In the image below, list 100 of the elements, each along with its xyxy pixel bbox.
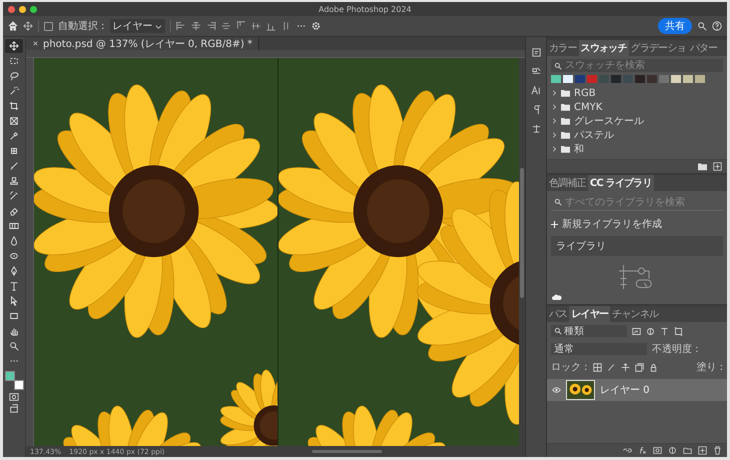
trash-icon[interactable]: [713, 446, 722, 455]
fill-label: 塗り :: [696, 361, 723, 374]
color-swatch[interactable]: [551, 75, 561, 83]
frame-icon: [9, 116, 19, 126]
lasso-icon: [9, 71, 19, 81]
window-title: Adobe Photoshop 2024: [318, 4, 412, 14]
close-button[interactable]: [8, 6, 15, 12]
link-icon[interactable]: [623, 446, 632, 455]
color-swatch[interactable]: [635, 75, 645, 83]
foreground-color-swatch[interactable]: [5, 371, 15, 381]
color-swatch[interactable]: [647, 75, 657, 83]
search-icon: [554, 62, 562, 70]
rectangle-icon: [9, 311, 19, 321]
panel-tab[interactable]: チャンネル: [610, 306, 660, 322]
four-way-arrow-icon[interactable]: [23, 21, 33, 31]
document-tab[interactable]: photo.psd @ 137% (レイヤー 0, RGB/8#) *: [26, 37, 260, 50]
folder-icon[interactable]: [683, 446, 692, 455]
chevron-right-icon[interactable]: [551, 146, 557, 152]
align-icon[interactable]: [206, 21, 216, 31]
lock-label: ロック :: [551, 361, 588, 374]
help-icon[interactable]: [712, 21, 722, 31]
eye-icon[interactable]: [552, 387, 561, 393]
character-icon[interactable]: [530, 85, 542, 96]
properties-icon[interactable]: [530, 66, 542, 77]
lock-option-icon[interactable]: [592, 362, 602, 372]
type-icon: [9, 281, 19, 291]
lock-option-icon[interactable]: [634, 362, 644, 372]
mask-icon[interactable]: [653, 446, 662, 455]
color-swatch[interactable]: [659, 75, 669, 83]
cloud-icon[interactable]: [552, 294, 562, 301]
fx-icon[interactable]: [638, 446, 647, 455]
color-swatch[interactable]: [611, 75, 621, 83]
vertical-scrollbar-thumb[interactable]: [520, 168, 524, 298]
crop-icon: [9, 101, 19, 111]
swatch-search-field[interactable]: スウォッチを検索: [551, 59, 723, 72]
chevron-right-icon[interactable]: [551, 104, 557, 110]
layer-filter-icon[interactable]: [674, 326, 683, 336]
chevron-right-icon[interactable]: [551, 118, 557, 124]
align-icon[interactable]: [220, 21, 231, 31]
color-swatch[interactable]: [587, 75, 597, 83]
glyphs-icon[interactable]: [530, 123, 542, 134]
new-layer-icon[interactable]: [698, 446, 707, 455]
close-icon[interactable]: [32, 40, 39, 47]
home-icon[interactable]: [8, 21, 18, 31]
screen-mode-icon[interactable]: [9, 403, 19, 413]
auto-select-checkbox[interactable]: [44, 22, 53, 30]
swatch-group-label[interactable]: 和: [574, 142, 584, 156]
swatch-group-label[interactable]: CMYK: [574, 102, 602, 112]
layer-filter-dropdown[interactable]: 種類: [551, 325, 627, 337]
blend-mode-dropdown[interactable]: 通常: [551, 343, 647, 355]
color-swatch[interactable]: [563, 75, 573, 83]
cursor-arrow-icon: [9, 296, 19, 306]
panel-tab[interactable]: カラー: [547, 40, 579, 56]
search-icon[interactable]: [697, 21, 707, 31]
color-swatch[interactable]: [575, 75, 585, 83]
zoom-button[interactable]: [30, 6, 37, 12]
lock-option-icon[interactable]: [648, 362, 658, 372]
swatch-group-label[interactable]: RGB: [574, 88, 596, 98]
chevron-right-icon[interactable]: [551, 90, 557, 96]
align-icon[interactable]: [266, 21, 276, 31]
panel-tab[interactable]: パス: [547, 306, 570, 322]
panel-tab[interactable]: パター: [688, 40, 720, 56]
layer-row[interactable]: レイヤー 0: [547, 379, 727, 401]
share-button[interactable]: 共有: [658, 18, 692, 34]
quick-mask-icon[interactable]: [9, 392, 19, 402]
color-swatch[interactable]: [695, 75, 705, 83]
stamp-icon: [9, 176, 19, 186]
history-panel-icon[interactable]: [530, 47, 542, 58]
align-icon[interactable]: [236, 21, 246, 31]
layer-filter-icon[interactable]: [660, 326, 669, 336]
swatch-group-label[interactable]: グレースケール: [574, 114, 644, 128]
new-item-icon[interactable]: [713, 162, 722, 171]
align-icon[interactable]: [250, 21, 261, 31]
eyedropper-icon: [9, 131, 19, 141]
color-swatch[interactable]: [683, 75, 693, 83]
lock-option-icon[interactable]: [606, 362, 616, 372]
library-dropdown[interactable]: ライブラリ: [551, 236, 723, 256]
settings-icon[interactable]: [310, 21, 321, 31]
panel-tab[interactable]: グラデーショ: [628, 40, 688, 56]
panel-tab[interactable]: レイヤー: [569, 306, 610, 322]
color-swatch[interactable]: [671, 75, 681, 83]
minimize-button[interactable]: [19, 6, 26, 12]
swatch-group-label[interactable]: パステル: [574, 128, 614, 142]
panel-tab[interactable]: スウォッチ: [578, 40, 629, 56]
lock-option-icon[interactable]: [620, 362, 630, 372]
dodge-icon: [9, 251, 19, 261]
layer-filter-icon[interactable]: [646, 326, 655, 336]
align-icon[interactable]: [176, 21, 186, 31]
background-color-swatch[interactable]: [14, 380, 24, 390]
layer-filter-icon[interactable]: [632, 326, 641, 336]
create-library-button[interactable]: 新規ライブラリを作成: [547, 214, 666, 234]
drop-icon: [9, 236, 19, 246]
horizontal-scrollbar-thumb[interactable]: [312, 450, 382, 453]
panel-tab[interactable]: 色調補正: [547, 175, 588, 191]
tool-button[interactable]: [5, 39, 23, 53]
target-dropdown[interactable]: レイヤー: [110, 19, 165, 33]
panel-tab[interactable]: CC ライブラリ: [588, 175, 654, 191]
align-icon[interactable]: [190, 21, 201, 31]
chevron-right-icon[interactable]: [551, 132, 557, 138]
folder-icon[interactable]: [698, 162, 707, 171]
